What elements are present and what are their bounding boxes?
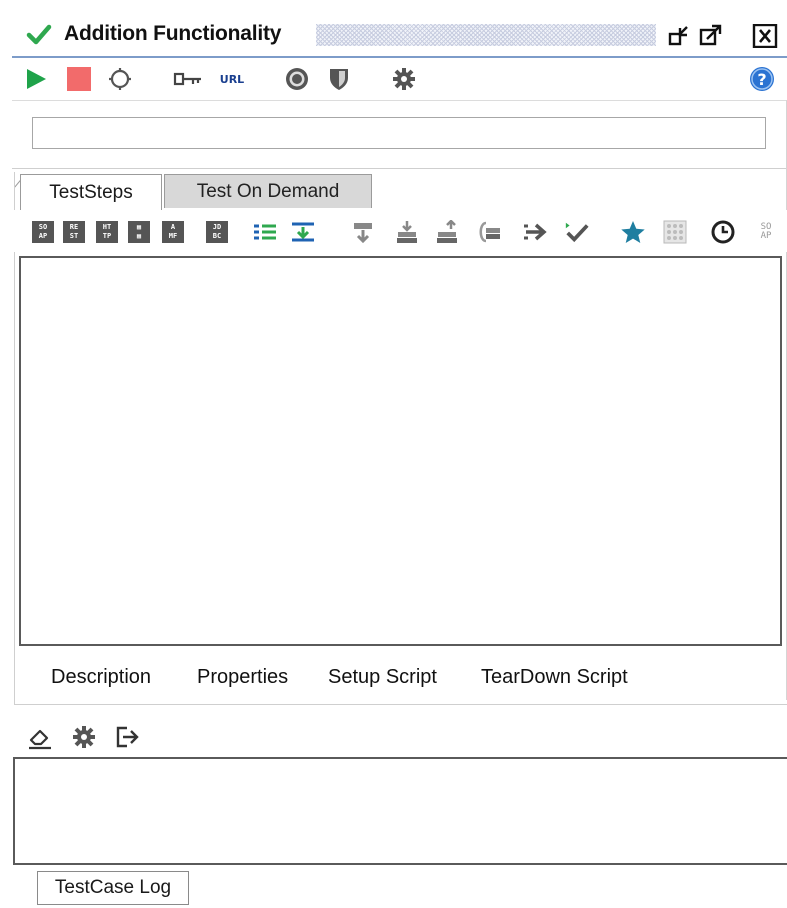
url-icon[interactable]: URL [215,66,249,92]
manual-step-icon[interactable] [662,220,688,244]
help-icon[interactable]: ? [748,66,776,92]
tab-teardown-script[interactable]: TearDown Script [481,666,628,689]
property-transfer-icon[interactable] [290,220,316,244]
restore-icon[interactable] [666,24,692,48]
datasource-loop-icon[interactable] [476,220,502,244]
log-toolbar [14,722,787,756]
run-testcase-icon[interactable] [522,220,548,244]
gear-icon[interactable] [70,722,98,752]
title-drag-area[interactable] [316,24,656,46]
graphql-step-icon[interactable]: ▦ ▦ [126,220,152,244]
star-icon[interactable] [620,220,646,244]
delay-clock-icon[interactable] [710,220,736,244]
export-icon[interactable] [114,722,142,752]
help-icon-label: ? [757,70,766,89]
main-toolbar: URL ? [12,58,787,100]
title-bar: Addition Functionality [12,12,787,58]
tab-properties[interactable]: Properties [197,666,288,689]
key-icon[interactable] [172,66,204,92]
gauge-icon[interactable] [283,66,311,92]
conditional-goto-icon[interactable] [350,220,376,244]
close-icon[interactable] [752,24,778,48]
shield-icon[interactable] [325,66,353,92]
loop-icon[interactable] [106,66,134,92]
tab-testcase-log[interactable]: TestCase Log [37,871,189,905]
panel-bottom-border [14,704,787,705]
soap-step-icon[interactable]: SO AP [30,220,56,244]
testcase-description-input[interactable] [32,117,766,149]
jdbc-step-icon[interactable]: JD BC [204,220,230,244]
testcase-log-area[interactable] [13,757,787,865]
step-toolbar: SO AP RE ST HT TP ▦ ▦ A MF JD BC SO AP [14,210,787,252]
tab-setup-script[interactable]: Setup Script [328,666,437,689]
window-title: Addition Functionality [64,22,282,45]
undock-icon[interactable] [698,24,724,48]
properties-step-icon[interactable] [252,220,278,244]
tab-test-on-demand[interactable]: Test On Demand [164,174,372,208]
assertion-step-icon[interactable] [564,220,590,244]
stop-icon[interactable] [65,66,93,92]
rest-step-icon[interactable]: RE ST [61,220,87,244]
tab-description[interactable]: Description [51,666,151,689]
soap-mock-icon[interactable]: SO AP [756,220,776,244]
teststeps-list[interactable] [19,256,782,646]
http-step-icon[interactable]: HT TP [94,220,120,244]
toolbar-divider [12,100,787,101]
datasource-icon[interactable] [394,220,420,244]
panel-divider [12,168,787,169]
tab-teststeps[interactable]: TestSteps [20,174,162,210]
datasink-icon[interactable] [434,220,460,244]
gear-icon[interactable] [390,66,418,92]
checkmark-icon [26,24,52,45]
run-icon[interactable] [22,66,50,92]
amf-step-icon[interactable]: A MF [160,220,186,244]
eraser-icon[interactable] [26,722,54,752]
